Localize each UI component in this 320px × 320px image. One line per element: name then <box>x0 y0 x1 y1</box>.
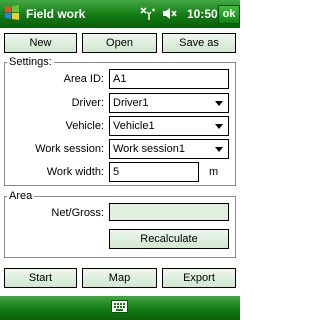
save-as-button[interactable]: Save as <box>162 33 236 53</box>
net-gross-label: Net/Gross: <box>51 207 104 219</box>
work-width-input[interactable]: 5 <box>109 162 199 182</box>
keyboard-icon[interactable] <box>111 300 128 313</box>
area-legend: Area <box>7 190 35 202</box>
start-button[interactable]: Start <box>4 268 77 288</box>
work-width-label: Work width: <box>46 166 104 178</box>
speaker-muted-icon[interactable] <box>161 6 177 21</box>
chevron-down-icon <box>215 101 223 106</box>
work-session-select[interactable]: Work session1 <box>109 139 229 159</box>
work-width-unit: m <box>209 166 219 178</box>
network-signal-icon[interactable] <box>139 6 157 21</box>
driver-label: Driver: <box>71 97 104 109</box>
settings-legend: Settings: <box>7 56 54 68</box>
vehicle-select[interactable]: Vehicle1 <box>109 116 229 136</box>
app-title: Field work <box>26 7 86 21</box>
softkey-bar <box>0 296 240 320</box>
ok-button[interactable]: ok <box>218 5 240 24</box>
export-button[interactable]: Export <box>162 268 236 288</box>
recalculate-button[interactable]: Recalculate <box>109 229 229 249</box>
title-bar: Field work 10:50 ok <box>0 0 240 28</box>
vehicle-label: Vehicle: <box>65 120 104 132</box>
new-button[interactable]: New <box>4 33 77 53</box>
driver-select[interactable]: Driver1 <box>109 93 229 113</box>
driver-select-value: Driver1 <box>113 97 149 109</box>
vehicle-select-value: Vehicle1 <box>113 120 155 132</box>
open-button[interactable]: Open <box>82 33 157 53</box>
area-id-label: Area ID: <box>63 73 104 85</box>
chevron-down-icon <box>215 147 223 152</box>
net-gross-output <box>109 203 229 221</box>
work-session-label: Work session: <box>35 143 104 155</box>
windows-start-flag-icon[interactable] <box>4 4 20 22</box>
chevron-down-icon <box>215 124 223 129</box>
map-button[interactable]: Map <box>82 268 157 288</box>
clock[interactable]: 10:50 <box>187 7 218 21</box>
work-session-select-value: Work session1 <box>113 143 185 155</box>
area-id-input[interactable]: A1 <box>109 69 229 89</box>
